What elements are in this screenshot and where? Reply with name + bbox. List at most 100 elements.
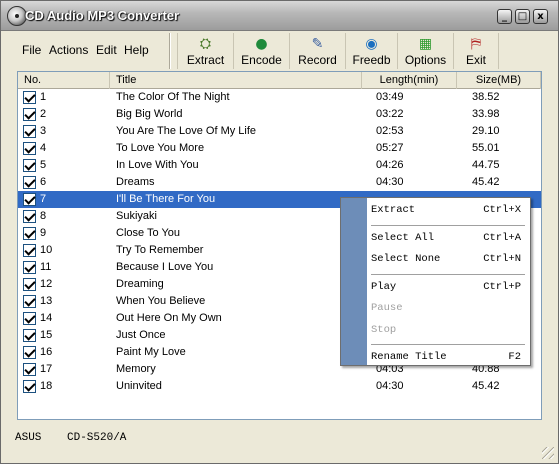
track-checkbox[interactable]	[23, 142, 36, 155]
track-title: Memory	[116, 363, 156, 375]
cd-logo-icon	[7, 6, 27, 26]
track-checkbox[interactable]	[23, 227, 36, 240]
track-title: You Are The Love Of My Life	[116, 125, 257, 137]
context-menu-label: Pause	[371, 302, 403, 314]
context-menu-label: Stop	[371, 323, 397, 336]
menu-file[interactable]: File	[22, 43, 41, 57]
resize-grip[interactable]	[542, 447, 554, 459]
table-row[interactable]: 2 Big Big World 03:22 33.98	[18, 106, 541, 123]
context-menu-extract[interactable]: Extract Ctrl+X	[371, 200, 529, 220]
drive-model: CD-S520/A	[67, 432, 127, 444]
track-number: 14	[40, 312, 53, 324]
track-checkbox[interactable]	[23, 176, 36, 189]
track-checkbox[interactable]	[23, 312, 36, 325]
context-menu-shortcut: Ctrl+P	[483, 280, 521, 293]
track-number: 12	[40, 278, 53, 290]
track-checkbox[interactable]	[23, 346, 36, 359]
title-bar[interactable]: CD Audio MP3 Converter _ □ x	[1, 1, 558, 31]
track-checkbox[interactable]	[23, 329, 36, 342]
context-menu: Extract Ctrl+X Select All Ctrl+A Select None…	[340, 197, 531, 366]
extract-icon: ⛭	[199, 36, 212, 52]
exit-icon: ⛿	[470, 36, 482, 52]
column-header-no[interactable]: No.	[18, 72, 110, 89]
track-number: 16	[40, 346, 53, 358]
context-menu-separator	[371, 344, 525, 345]
track-number: 5	[40, 159, 47, 171]
exit-button[interactable]: ⛿ Exit	[453, 33, 499, 69]
context-menu-label: Rename Title	[371, 351, 447, 363]
track-size: 38.52	[472, 91, 500, 103]
app-window: CD Audio MP3 Converter _ □ x File Action…	[0, 0, 559, 464]
track-number: 17	[40, 363, 53, 375]
column-header-length[interactable]: Length(min)	[362, 72, 457, 89]
context-menu-sidebar	[341, 198, 367, 365]
track-number: 13	[40, 295, 53, 307]
context-menu-rename-title[interactable]: Rename Title F2	[371, 347, 529, 367]
context-menu-label: Select All	[371, 231, 435, 244]
menu-actions[interactable]: Actions	[49, 43, 88, 57]
context-menu-separator	[371, 273, 525, 275]
context-menu-stop: Stop	[371, 320, 529, 340]
track-number: 4	[40, 142, 47, 154]
column-header-title[interactable]: Title	[110, 72, 362, 89]
track-checkbox[interactable]	[23, 91, 36, 104]
track-size: 44.75	[472, 159, 500, 171]
window-title: CD Audio MP3 Converter	[25, 8, 180, 23]
track-checkbox[interactable]	[23, 125, 36, 138]
track-checkbox[interactable]	[23, 278, 36, 291]
minimize-button[interactable]: _	[497, 9, 512, 24]
menu-help[interactable]: Help	[124, 43, 149, 57]
record-button[interactable]: ✎ Record	[289, 33, 345, 69]
context-menu-shortcut: Ctrl+A	[483, 231, 521, 244]
table-row[interactable]: 3 You Are The Love Of My Life 02:53 29.10	[18, 123, 541, 140]
maximize-button[interactable]: □	[515, 9, 530, 24]
track-length: 03:22	[376, 108, 404, 120]
table-row[interactable]: 18 Uninvited 04:30 45.42	[18, 378, 541, 395]
freedb-icon: ◉	[365, 36, 378, 52]
track-checkbox[interactable]	[23, 159, 36, 172]
encode-label: Encode	[241, 53, 282, 67]
freedb-label: Freedb	[352, 53, 391, 67]
close-button[interactable]: x	[533, 9, 548, 24]
track-checkbox[interactable]	[23, 380, 36, 393]
track-title: Because I Love You	[116, 261, 214, 273]
table-row[interactable]: 6 Dreams 04:30 45.42	[18, 174, 541, 191]
track-checkbox[interactable]	[23, 261, 36, 274]
track-title: Sukiyaki	[116, 210, 157, 222]
track-length: 04:30	[376, 380, 404, 392]
track-checkbox[interactable]	[23, 244, 36, 257]
track-checkbox[interactable]	[23, 295, 36, 308]
track-checkbox[interactable]	[23, 193, 36, 206]
track-length: 05:27	[376, 142, 404, 154]
menu-bar: File Actions Edit Help	[1, 31, 169, 69]
options-button[interactable]: ▦ Options	[397, 33, 453, 69]
record-label: Record	[298, 53, 337, 67]
options-icon: ▦	[418, 36, 433, 52]
track-title: Dreaming	[116, 278, 164, 290]
context-menu-shortcut: F2	[508, 351, 521, 363]
track-number: 15	[40, 329, 53, 341]
table-row[interactable]: 1 The Color Of The Night 03:49 38.52	[18, 89, 541, 106]
track-title: The Color Of The Night	[116, 91, 230, 103]
table-row[interactable]: 5 In Love With You 04:26 44.75	[18, 157, 541, 174]
freedb-button[interactable]: ◉ Freedb	[345, 33, 397, 69]
track-checkbox[interactable]	[23, 108, 36, 121]
track-number: 3	[40, 125, 47, 137]
track-number: 10	[40, 244, 53, 256]
track-title: Big Big World	[116, 108, 183, 120]
context-menu-select-none[interactable]: Select None Ctrl+N	[371, 249, 529, 269]
drive-vendor: ASUS	[15, 432, 42, 444]
encode-button[interactable]: ● Encode	[233, 33, 289, 69]
context-menu-shortcut: Ctrl+N	[483, 253, 521, 265]
track-checkbox[interactable]	[23, 210, 36, 223]
menu-edit[interactable]: Edit	[96, 43, 117, 57]
track-size: 45.42	[472, 380, 500, 392]
table-row[interactable]: 4 To Love You More 05:27 55.01	[18, 140, 541, 157]
column-header-size[interactable]: Size(MB)	[457, 72, 541, 89]
track-checkbox[interactable]	[23, 363, 36, 376]
context-menu-select-all[interactable]: Select All Ctrl+A	[371, 228, 529, 248]
track-number: 11	[40, 261, 52, 273]
context-menu-play[interactable]: Play Ctrl+P	[371, 277, 529, 297]
extract-button[interactable]: ⛭ Extract	[177, 33, 233, 69]
track-title: I'll Be There For You	[116, 193, 216, 205]
